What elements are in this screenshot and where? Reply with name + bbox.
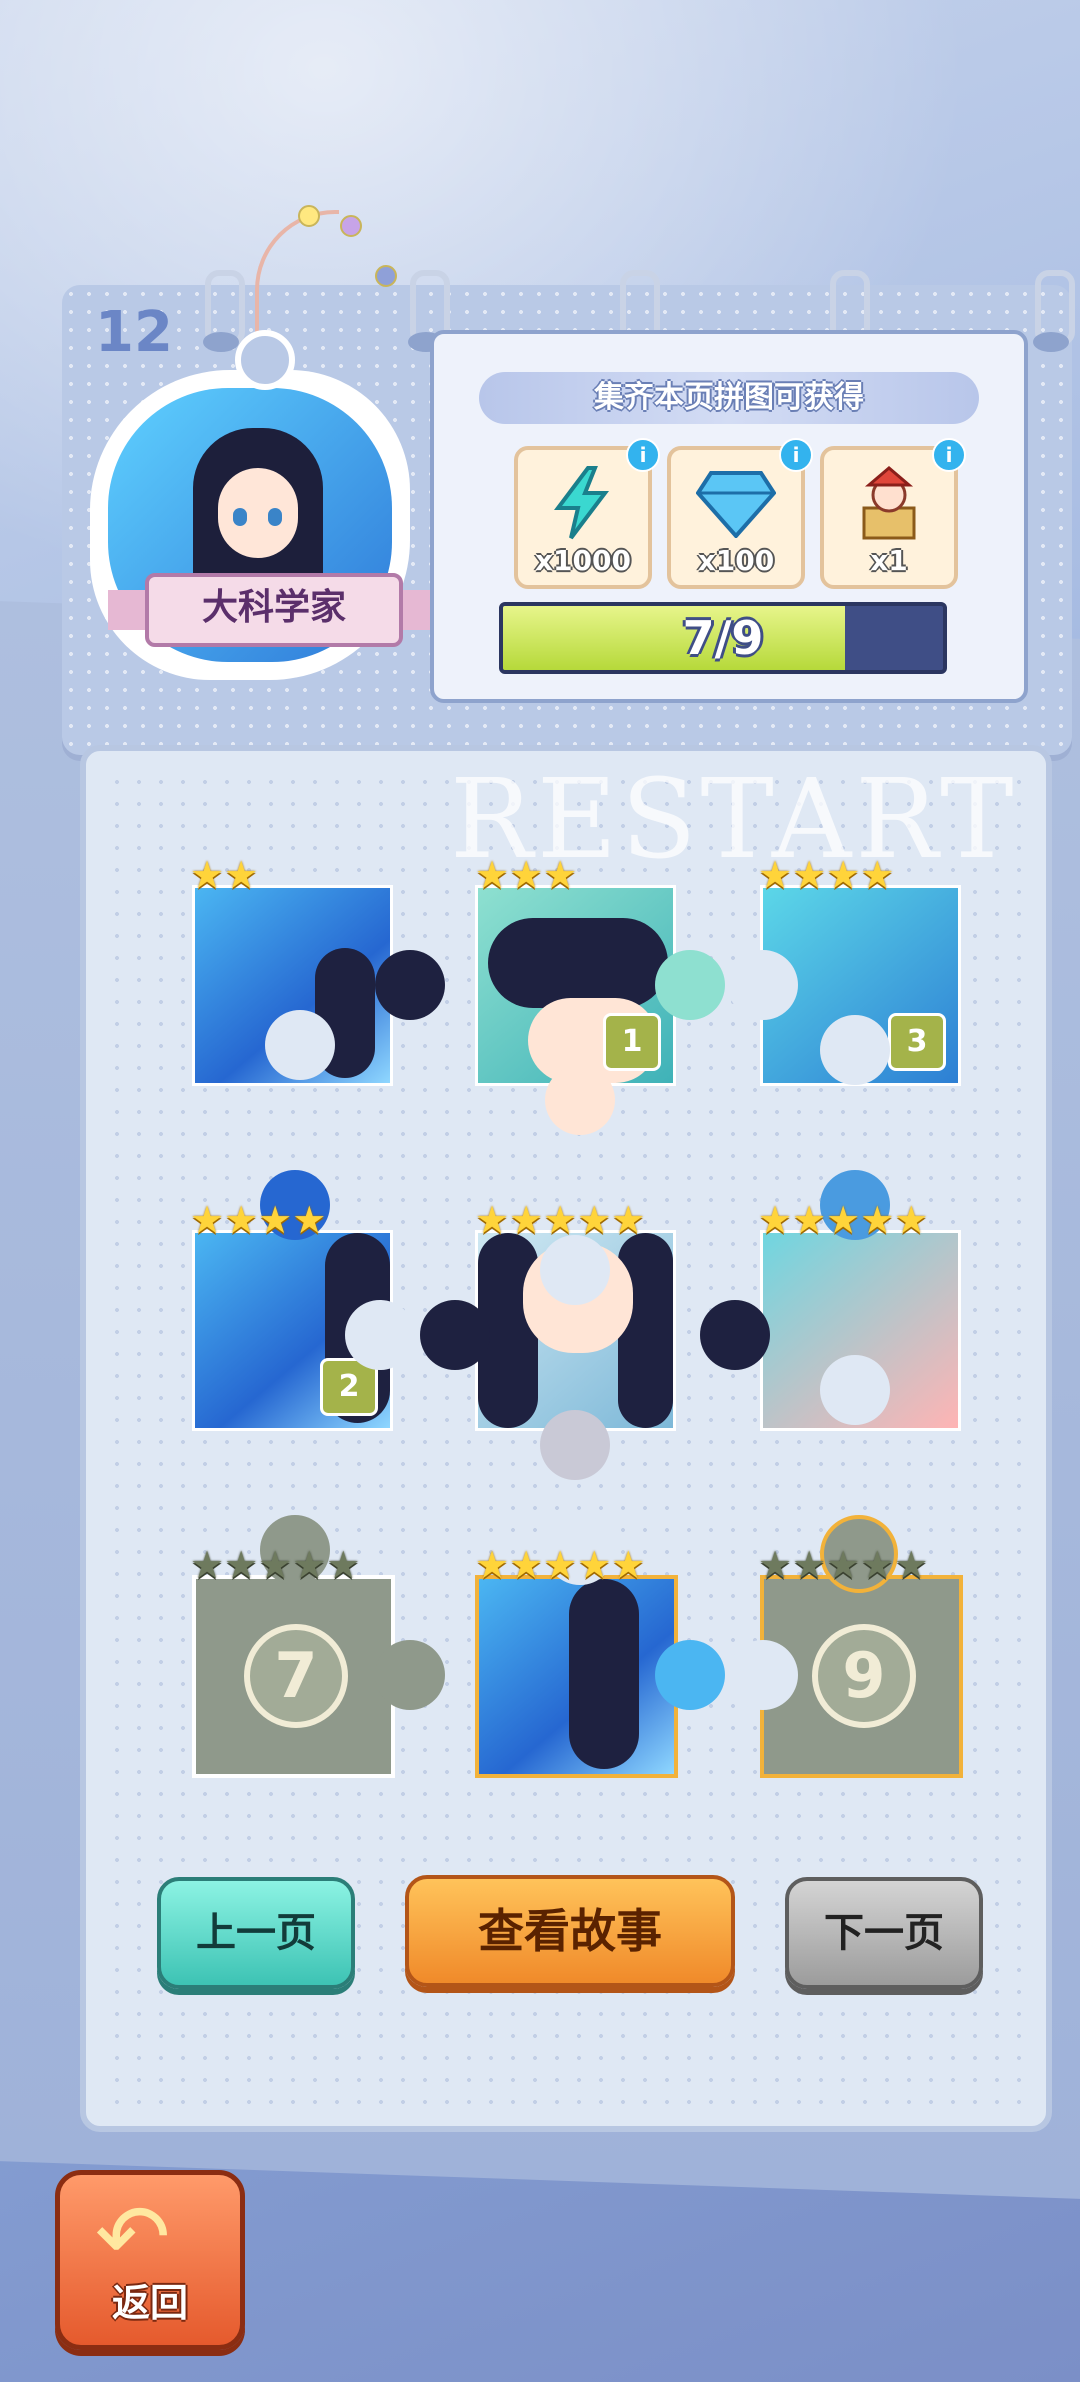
piece-number: 9 [812, 1624, 916, 1728]
piece-knob [700, 1300, 770, 1370]
binder-ring [203, 270, 245, 352]
character-name: 大科学家 [145, 573, 403, 647]
reward-count: x1 [870, 544, 908, 577]
diamond-icon [686, 460, 786, 545]
bead [375, 265, 397, 287]
piece-knob [655, 1640, 725, 1710]
puzzle-piece-8[interactable] [475, 1575, 678, 1778]
star-rating: ★★★★★ [758, 1543, 929, 1587]
piece-knob [540, 1410, 610, 1480]
character-eye [233, 508, 247, 526]
previous-page-button[interactable]: 上一页 [157, 1877, 355, 1989]
piece-art [488, 918, 668, 1008]
star-rating: ★★★ [475, 853, 578, 897]
reward-title: 集齐本页拼图可获得 [594, 380, 864, 415]
bead [298, 205, 320, 227]
piece-knob [375, 1640, 445, 1710]
duplicate-count-badge: 1 [603, 1013, 661, 1071]
reward-count: x100 [697, 544, 775, 577]
bead [340, 215, 362, 237]
puzzle-piece-7-locked[interactable]: 7 [192, 1575, 395, 1778]
piece-knob [420, 1300, 490, 1370]
next-page-button[interactable]: 下一页 [785, 1877, 983, 1989]
piece-notch [820, 1015, 890, 1085]
reward-title-bar: 集齐本页拼图可获得 [479, 372, 979, 424]
piece-notch [540, 1235, 610, 1305]
reward-item-energy[interactable]: x1000 i [514, 438, 660, 589]
piece-art [569, 1579, 639, 1769]
star-rating: ★★★★ [190, 1198, 327, 1242]
jester-gift-icon [839, 460, 939, 545]
star-rating: ★★★★★ [190, 1543, 361, 1587]
star-rating: ★★★★ [758, 853, 895, 897]
reward-panel: 集齐本页拼图可获得 x1000 i x100 i x1 i 7/9 [430, 330, 1028, 703]
star-rating: ★★★★★ [475, 1198, 646, 1242]
piece-notch [728, 950, 798, 1020]
duplicate-count-badge: 3 [888, 1013, 946, 1071]
reward-item-diamond[interactable]: x100 i [667, 438, 813, 589]
page-number: 12 [95, 300, 173, 365]
puzzle-piece-2[interactable]: 1 [475, 885, 676, 1086]
binder-ring [1033, 270, 1075, 352]
piece-art [618, 1233, 673, 1428]
piece-notch [265, 1010, 335, 1080]
star-rating: ★★★★★ [758, 1198, 929, 1242]
info-icon[interactable]: i [932, 438, 966, 472]
character-eye [268, 508, 282, 526]
star-rating: ★★ [190, 853, 259, 897]
piece-knob [545, 1065, 615, 1135]
piece-knob [655, 950, 725, 1020]
piece-notch [345, 1300, 415, 1370]
back-button[interactable]: ↶ 返回 [55, 2170, 245, 2350]
collection-progress-bar: 7/9 [499, 602, 947, 674]
progress-text: 7/9 [682, 611, 764, 665]
piece-notch [728, 1640, 798, 1710]
reward-count: x1000 [535, 544, 631, 577]
piece-notch [820, 1355, 890, 1425]
view-story-button[interactable]: 查看故事 [405, 1875, 735, 1987]
piece-knob [375, 950, 445, 1020]
piece-number: 7 [244, 1624, 348, 1728]
info-icon[interactable]: i [626, 438, 660, 472]
info-icon[interactable]: i [779, 438, 813, 472]
lightning-icon [533, 460, 633, 545]
star-rating: ★★★★★ [475, 1543, 646, 1587]
back-label: 返回 [111, 2281, 188, 2325]
badge-hanger [235, 330, 295, 390]
character-face [218, 468, 298, 558]
reward-item-jester[interactable]: x1 i [820, 438, 966, 589]
